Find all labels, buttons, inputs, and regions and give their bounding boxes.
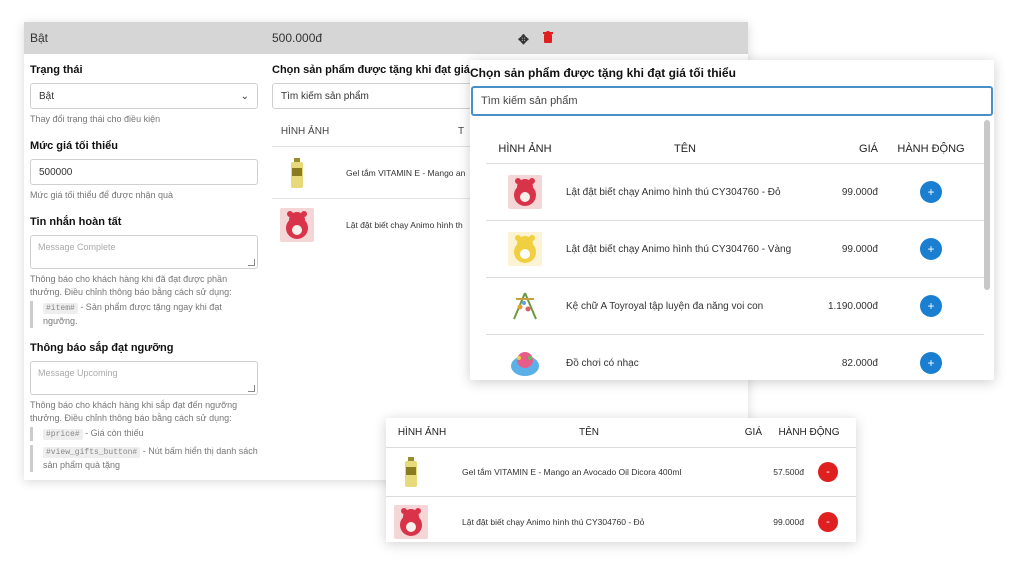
table-row[interactable]: Lật đật biết chạy Animo hình th <box>272 199 472 251</box>
upcoming-message-label: Thông báo sắp đạt ngưỡng <box>30 342 174 354</box>
table-row[interactable]: Gel tắm VITAMIN E - Mango an <box>272 147 472 199</box>
product-name: Kệ chữ A Toyroyal tập luyện đa năng voi … <box>566 300 764 312</box>
product-price: 82.000đ <box>841 357 878 369</box>
add-product-button[interactable]: + <box>920 295 942 317</box>
picker-search-input[interactable]: Tìm kiếm sản phẩm <box>272 83 472 109</box>
product-name: Gel tắm VITAMIN E - Mango an <box>346 167 466 178</box>
col-image: HÌNH ẢNH <box>498 142 552 155</box>
col-price: GIÁ <box>859 142 878 155</box>
col-name: TÊN <box>674 142 696 155</box>
upcoming-message-textarea[interactable]: Message Upcoming <box>30 361 258 395</box>
product-price: 99.000đ <box>841 243 878 255</box>
min-price-label: Mức giá tối thiểu <box>30 140 119 152</box>
table-row[interactable]: Kệ chữ A Toyroyal tập luyện đa năng voi … <box>486 278 984 335</box>
selected-table-header: HÌNH ẢNH TÊN GIÁ HÀNH ĐỘNG <box>386 418 856 448</box>
product-picker-section: Chọn sản phẩm được tặng khi đạt giá tối … <box>272 64 487 251</box>
product-price: 57.500đ <box>773 467 804 477</box>
col-image: HÌNH ẢNH <box>280 126 330 137</box>
condition-form: Trạng thái Bật ⌄ Thay đổi trạng thái cho… <box>30 64 258 476</box>
product-image <box>486 175 564 209</box>
col-image: HÌNH ẢNH <box>397 427 447 438</box>
status-select[interactable]: Bật ⌄ <box>30 83 258 109</box>
product-price: 1.190.000đ <box>827 300 878 312</box>
modal-scrollbar[interactable] <box>984 120 990 290</box>
trash-icon[interactable] <box>543 31 553 43</box>
gifts-button-code-note: #view_gifts_button# - Nút bấm hiển thị d… <box>30 445 258 472</box>
modal-title: Chọn sản phẩm được tặng khi đạt giá tối … <box>470 66 736 80</box>
product-name: Gel tắm VITAMIN E - Mango an Avocado Oil… <box>462 467 682 477</box>
table-row[interactable]: Lật đật biết chạy Animo hình thú CY30476… <box>486 164 984 221</box>
col-name: T <box>458 126 465 137</box>
picker-title: Chọn sản phẩm được tặng khi đạt giá tối <box>272 64 487 76</box>
product-name: Đồ chơi có nhạc <box>566 357 639 369</box>
product-image <box>486 346 564 380</box>
min-price-help: Mức giá tối thiểu để được nhận quà <box>30 190 174 200</box>
action-cell: + <box>886 181 976 203</box>
chevron-down-icon: ⌄ <box>240 90 249 102</box>
product-price: 99.000đ <box>841 186 878 198</box>
expand-icon[interactable]: ✥ <box>518 32 529 48</box>
product-image <box>386 457 436 487</box>
col-name: TÊN <box>579 427 599 438</box>
action-cell: - <box>804 511 852 532</box>
product-image <box>386 504 436 539</box>
price-code: #price# <box>43 429 83 440</box>
col-price: GIÁ <box>744 427 762 438</box>
col-action: HÀNH ĐỘNG <box>897 142 965 155</box>
product-price: 99.000đ <box>773 516 804 527</box>
action-cell: + <box>886 295 976 317</box>
product-image <box>486 289 564 323</box>
product-name: Lật đật biết chạy Animo hình thú CY30476… <box>566 186 781 198</box>
add-product-button[interactable]: + <box>920 238 942 260</box>
complete-message-textarea[interactable]: Message Complete <box>30 235 258 269</box>
action-cell: + <box>886 238 976 260</box>
product-image <box>272 208 322 242</box>
item-code: #item# <box>43 303 78 314</box>
add-product-button[interactable]: + <box>920 352 942 374</box>
product-name: Lật đật biết chạy Animo hình th <box>346 220 463 230</box>
complete-code-note: #item# - Sản phẩm được tặng ngay khi đạt… <box>30 301 258 328</box>
action-cell: + <box>886 352 976 374</box>
picker-table-header: HÌNH ẢNH T <box>272 117 472 147</box>
status-label: Trạng thái <box>30 64 83 76</box>
product-image <box>486 232 564 266</box>
complete-message-help: Thông báo cho khách hàng khi đã đạt được… <box>30 274 232 297</box>
add-product-button[interactable]: + <box>920 181 942 203</box>
upcoming-message-help: Thông báo cho khách hàng khi sắp đạt đến… <box>30 400 238 423</box>
table-row[interactable]: Lật đật biết chạy Animo hình thú CY30476… <box>486 221 984 278</box>
price-code-desc: - Giá còn thiếu <box>82 428 144 438</box>
table-row[interactable]: Đồ chơi có nhạc 82.000đ + <box>486 335 984 380</box>
col-action: HÀNH ĐỘNG <box>778 427 840 438</box>
modal-table-header: HÌNH ẢNH TÊN GIÁ HÀNH ĐỘNG <box>486 134 984 164</box>
price-code-note: #price# - Giá còn thiếu <box>30 427 258 441</box>
remove-product-button[interactable]: - <box>818 462 838 482</box>
product-picker-modal: Chọn sản phẩm được tặng khi đạt giá tối … <box>470 60 994 380</box>
condition-status: Bật <box>30 31 49 45</box>
table-row[interactable]: Gel tắm VITAMIN E - Mango an Avocado Oil… <box>386 448 856 497</box>
condition-price: 500.000đ <box>272 31 323 45</box>
product-name: Lật đật biết chạy Animo hình thú CY30476… <box>566 243 792 255</box>
modal-product-table: HÌNH ẢNH TÊN GIÁ HÀNH ĐỘNG Lật đật biết … <box>486 134 984 380</box>
action-cell: - <box>804 462 852 482</box>
product-name: Lật đật biết chạy Animo hình thú CY30476… <box>462 516 645 527</box>
status-select-value: Bật <box>39 90 55 102</box>
min-price-input[interactable]: 500000 <box>30 159 258 185</box>
status-help: Thay đổi trạng thái cho điều kiện <box>30 114 161 124</box>
table-row[interactable]: Lật đật biết chạy Animo hình thú CY30476… <box>386 497 856 542</box>
product-image <box>272 157 322 188</box>
remove-product-button[interactable]: - <box>818 511 838 532</box>
condition-header[interactable]: Bật 500.000đ ✥ <box>24 22 748 54</box>
complete-message-label: Tin nhắn hoàn tất <box>30 216 122 228</box>
modal-search-input[interactable]: Tìm kiếm sản phẩm <box>471 86 993 116</box>
selected-products-table: HÌNH ẢNH TÊN GIÁ HÀNH ĐỘNG Gel tắm VITAM… <box>386 418 856 542</box>
gifts-button-code: #view_gifts_button# <box>43 447 141 458</box>
